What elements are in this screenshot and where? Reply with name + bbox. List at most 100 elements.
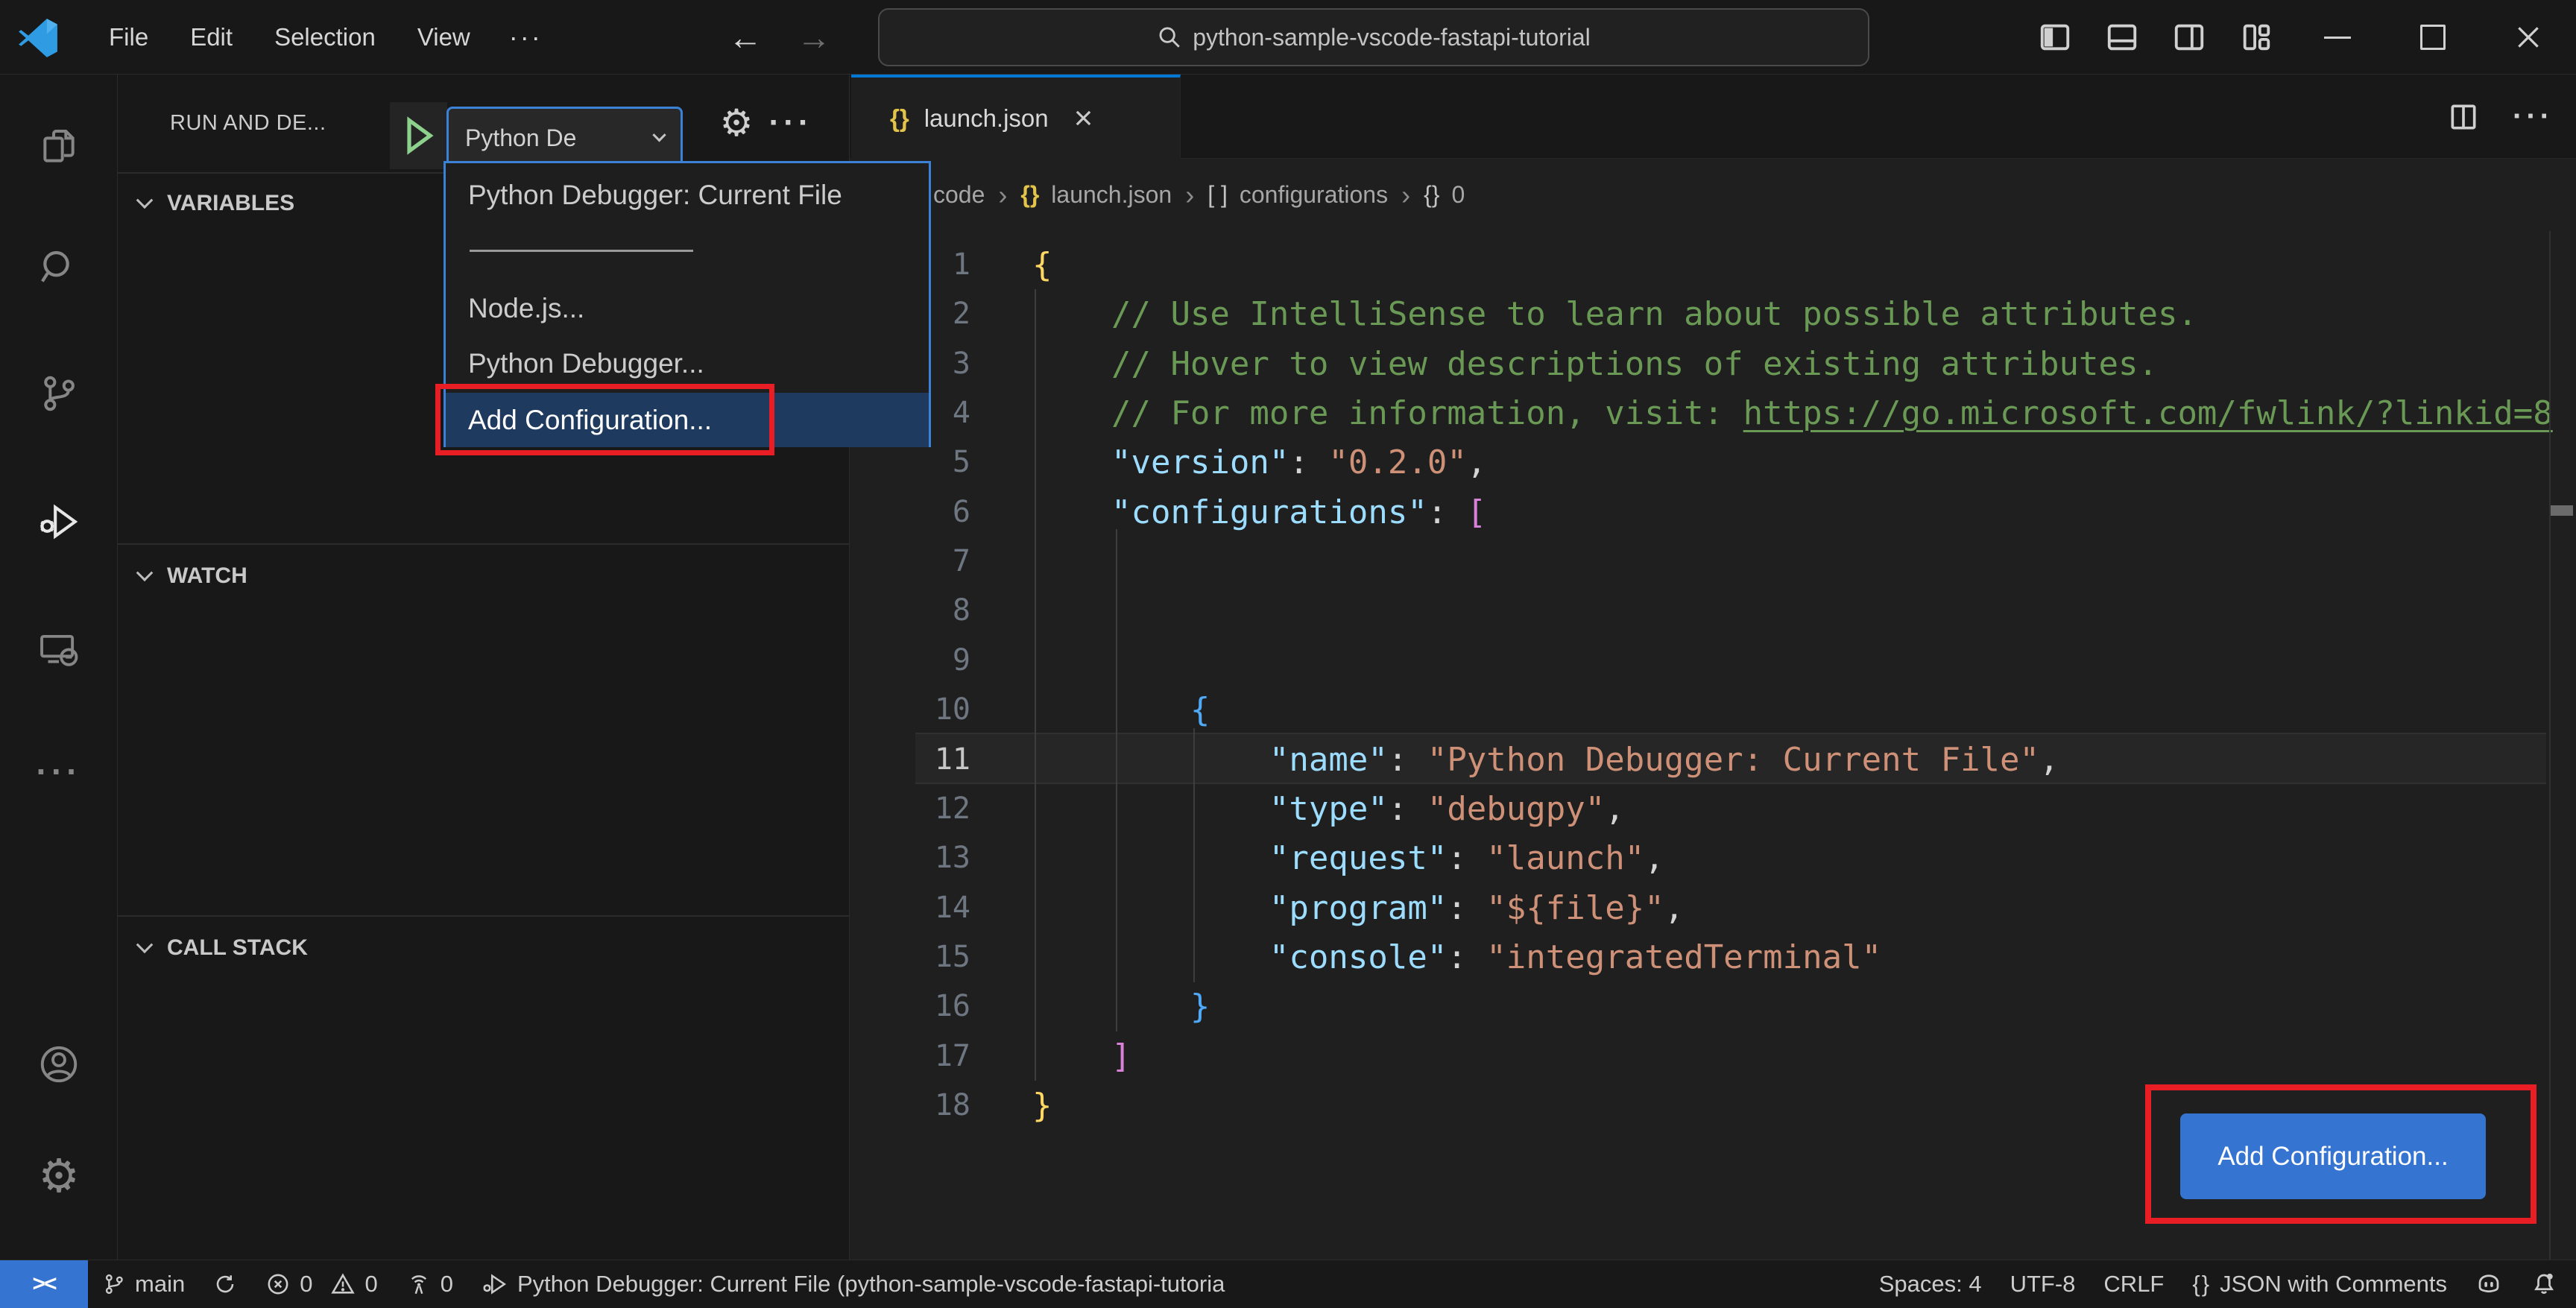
settings-gear-icon[interactable]: ⚙ bbox=[0, 1127, 118, 1224]
debug-config-select[interactable]: Python De bbox=[446, 107, 683, 169]
breadcrumb-item[interactable]: 0 bbox=[1451, 181, 1465, 209]
problems-item[interactable]: 0 0 bbox=[251, 1260, 392, 1308]
more-views-icon[interactable]: ··· bbox=[0, 723, 118, 820]
object-symbol-icon[interactable]: {} bbox=[1424, 181, 1439, 209]
breadcrumb-item[interactable]: configurations bbox=[1240, 181, 1388, 209]
minimize-button[interactable] bbox=[2290, 0, 2385, 75]
code-line: // Use IntelliSense to learn about possi… bbox=[1111, 295, 2197, 334]
debug-status-item[interactable]: Python Debugger: Current File (python-sa… bbox=[467, 1260, 1239, 1308]
code-line: "version": "0.2.0", bbox=[1111, 443, 1487, 482]
tab-launch-json[interactable]: {} launch.json × bbox=[851, 75, 1181, 159]
eol-item[interactable]: CRLF bbox=[2089, 1260, 2178, 1308]
indentation-item[interactable]: Spaces: 4 bbox=[1865, 1260, 1996, 1308]
errors-icon bbox=[265, 1271, 291, 1297]
status-right: Spaces: 4 UTF-8 CRLF {} JSON with Commen… bbox=[1865, 1260, 2572, 1308]
breadcrumb-item[interactable]: code bbox=[933, 181, 985, 209]
code-line: "console": "integratedTerminal" bbox=[1269, 938, 1882, 976]
code-line: // Hover to view descriptions of existin… bbox=[1111, 344, 2158, 383]
debug-more-actions-icon[interactable]: ··· bbox=[765, 75, 817, 171]
warnings-icon bbox=[330, 1271, 356, 1297]
line-number: 17 bbox=[934, 1038, 970, 1073]
menu-item-nodejs[interactable]: Node.js... bbox=[446, 286, 929, 331]
remote-explorer-icon[interactable] bbox=[0, 601, 118, 698]
debug-start-button[interactable] bbox=[390, 102, 447, 169]
debug-settings-gear-icon[interactable]: ⚙ bbox=[710, 75, 763, 171]
branch-item[interactable]: main bbox=[88, 1260, 199, 1308]
sync-item[interactable] bbox=[199, 1260, 251, 1308]
json-braces-icon: {} bbox=[2192, 1271, 2212, 1297]
chevron-down-icon bbox=[136, 192, 154, 209]
customize-layout-icon[interactable] bbox=[2223, 0, 2290, 75]
window-controls bbox=[2021, 0, 2576, 75]
code-line: { bbox=[1032, 246, 1052, 284]
menu-edit[interactable]: Edit bbox=[169, 0, 253, 75]
object-symbol-icon[interactable]: {} bbox=[1020, 181, 1039, 209]
vscode-logo-icon bbox=[18, 18, 58, 58]
close-button[interactable] bbox=[2481, 0, 2576, 75]
explorer-icon[interactable] bbox=[0, 98, 118, 195]
forward-arrow-icon[interactable]: → bbox=[787, 0, 841, 75]
language-mode-item[interactable]: {} JSON with Comments bbox=[2178, 1260, 2461, 1308]
menu-more-icon[interactable]: ··· bbox=[491, 22, 561, 53]
search-icon bbox=[1157, 25, 1182, 50]
run-and-debug-icon[interactable] bbox=[0, 473, 118, 570]
encoding-item[interactable]: UTF-8 bbox=[1996, 1260, 2090, 1308]
debug-config-select-value: Python De bbox=[465, 124, 577, 151]
radio-tower-icon bbox=[406, 1271, 432, 1297]
line-number: 13 bbox=[934, 841, 970, 876]
section-call-stack[interactable]: CALL STACK bbox=[118, 924, 850, 972]
chevron-down-icon bbox=[652, 127, 666, 142]
code-line: "configurations": [ bbox=[1111, 493, 1487, 531]
menu-item-python-debugger[interactable]: Python Debugger... bbox=[446, 341, 929, 386]
section-watch[interactable]: WATCH bbox=[118, 552, 850, 600]
source-control-icon[interactable] bbox=[0, 345, 118, 442]
tab-close-icon[interactable]: × bbox=[1074, 100, 1093, 137]
code-line: { bbox=[1190, 691, 1210, 730]
code-line: } bbox=[1032, 1086, 1052, 1125]
chevron-down-icon bbox=[136, 936, 154, 954]
search-view-icon[interactable] bbox=[0, 220, 118, 317]
ports-item[interactable]: 0 bbox=[392, 1260, 467, 1308]
breadcrumb-item[interactable]: launch.json bbox=[1051, 181, 1172, 209]
accounts-icon[interactable] bbox=[0, 1016, 118, 1113]
split-editor-icon[interactable] bbox=[2447, 101, 2480, 133]
section-label: VARIABLES bbox=[167, 191, 295, 215]
toggle-panel-icon[interactable] bbox=[2089, 0, 2156, 75]
bell-dot-icon bbox=[2531, 1271, 2557, 1298]
remote-icon: >< bbox=[32, 1271, 57, 1296]
activity-bar: ··· ⚙ bbox=[0, 75, 118, 1260]
notifications-bell-item[interactable] bbox=[2516, 1260, 2572, 1308]
toggle-sidebar-icon[interactable] bbox=[2021, 0, 2089, 75]
back-arrow-icon[interactable]: ← bbox=[719, 0, 772, 75]
remote-indicator[interactable]: >< bbox=[0, 1260, 88, 1308]
menu-view[interactable]: View bbox=[397, 0, 491, 75]
line-number: 9 bbox=[952, 642, 970, 677]
section-label: WATCH bbox=[167, 563, 247, 588]
menu-separator bbox=[470, 250, 693, 252]
line-number: 14 bbox=[934, 890, 970, 925]
command-center-search[interactable]: python-sample-vscode-fastapi-tutorial bbox=[878, 8, 1869, 66]
line-number: 1 bbox=[952, 247, 970, 282]
annotation-red-box-button bbox=[2145, 1084, 2536, 1224]
menu-item-python-debugger-current-file[interactable]: Python Debugger: Current File bbox=[446, 169, 929, 221]
toggle-secondary-sidebar-icon[interactable] bbox=[2156, 0, 2223, 75]
menu-file[interactable]: File bbox=[88, 0, 169, 75]
copilot-item[interactable] bbox=[2461, 1260, 2516, 1308]
status-left: main 0 0 0 Python Debugger: Current File… bbox=[88, 1260, 1239, 1308]
section-divider bbox=[118, 915, 850, 917]
line-number: 4 bbox=[952, 396, 970, 431]
menu-selection[interactable]: Selection bbox=[253, 0, 397, 75]
breadcrumb-separator-icon: › bbox=[998, 179, 1008, 210]
line-number: 7 bbox=[952, 544, 970, 579]
code-line: "program": "${file}", bbox=[1269, 888, 1685, 927]
line-number: 16 bbox=[934, 989, 970, 1024]
maximize-button[interactable] bbox=[2385, 0, 2481, 75]
line-number: 2 bbox=[952, 297, 970, 332]
array-symbol-icon[interactable]: [ ] bbox=[1208, 181, 1228, 209]
code-line: "name": "Python Debugger: Current File", bbox=[1269, 740, 2059, 779]
scrollbar-ruler[interactable] bbox=[2549, 231, 2551, 1260]
annotation-red-box-menu-item bbox=[435, 384, 774, 455]
editor-more-actions-icon[interactable]: ··· bbox=[2513, 100, 2554, 133]
line-number: 15 bbox=[934, 939, 970, 974]
line-number: 11 bbox=[934, 742, 970, 777]
